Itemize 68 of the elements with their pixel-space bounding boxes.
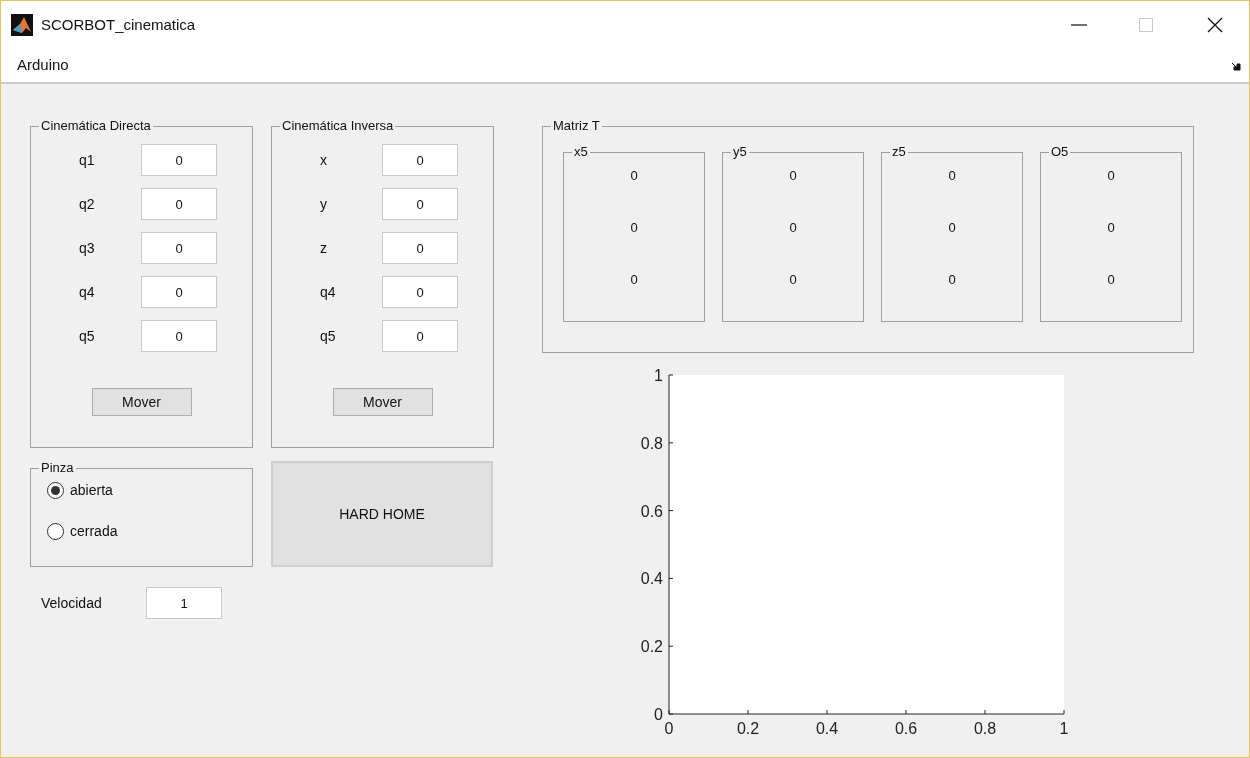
menu-item[interactable]: Arduino [17,54,69,77]
y-tick-label: 1 [654,367,663,384]
x-tick-label: 0.6 [894,720,918,737]
field-label: y [319,194,328,214]
matrix-value: 0 [630,220,638,236]
panel-title: Matriz T [552,118,601,134]
x-tick-label: 0.8 [973,720,997,737]
x-tick-label: 0.4 [815,720,839,737]
input-field[interactable]: 0 [141,276,217,308]
matrix-value: 0 [630,168,638,184]
radio-button[interactable] [47,482,64,499]
radio-label: cerrada [70,522,118,541]
y-tick-label: 0.8 [640,434,663,452]
input-field[interactable]: 0 [382,188,458,220]
matrix-value: 0 [948,168,956,184]
panel-title: x5 [573,144,589,160]
y-tick-label: 0.6 [640,502,663,520]
matrix-value: 0 [948,272,956,288]
panel-title: z5 [891,144,907,160]
input-field[interactable]: 0 [141,232,217,264]
field-label: q4 [78,282,96,302]
panel-title: Pinza [40,460,75,476]
radio-label: abierta [70,481,113,500]
x-tick-label: 0 [664,720,674,737]
input-field[interactable]: 0 [382,232,458,264]
radio-option[interactable]: cerrada [47,521,252,542]
panel-title: y5 [732,144,748,160]
y-tick-label: 0 [654,706,663,723]
field-label: q3 [78,238,96,258]
input-field[interactable]: 0 [141,188,217,220]
panel-title: O5 [1050,144,1070,160]
matrix-value: 0 [630,272,638,288]
matrix-value: 0 [1107,220,1115,236]
speed-label: Velocidad [41,593,103,613]
y-tick-label: 0.4 [640,570,663,588]
close-icon[interactable] [1207,17,1223,33]
input-field[interactable]: 0 [382,276,458,308]
move-button[interactable]: Mover [91,388,192,416]
matrix-value: 0 [789,272,797,288]
field-label: q2 [78,194,96,214]
matrix-value: 0 [948,220,956,236]
input-field[interactable]: 0 [141,144,217,176]
matrix-value: 0 [1107,272,1115,288]
input-field[interactable]: 0 [141,320,217,352]
y-tick-label: 0.2 [640,638,663,656]
move-button[interactable]: Mover [332,388,433,416]
matrix-value: 0 [789,168,797,184]
x-tick-label: 0.2 [736,720,760,737]
app-logo-icon [11,14,33,36]
field-label: q5 [78,326,96,346]
field-label: q4 [319,282,337,302]
input-field[interactable]: 0 [382,144,458,176]
hard-home-button[interactable]: HARD HOME [271,461,493,567]
matrix-value: 0 [789,220,797,236]
radio-button[interactable] [47,523,64,540]
radio-option[interactable]: abierta [47,480,252,501]
x-tick-label: 1 [1059,720,1069,737]
field-label: q1 [78,150,96,170]
panel-title: Cinemática Directa [40,118,152,134]
window-title: SCORBOT_cinematica [41,14,196,35]
field-label: x [319,150,328,170]
speed-field[interactable]: 1 [146,587,222,619]
panel-title: Cinemática Inversa [281,118,395,134]
input-field[interactable]: 0 [382,320,458,352]
matrix-value: 0 [1107,168,1115,184]
dock-arrow-icon[interactable] [1231,60,1241,71]
field-label: q5 [319,326,337,346]
field-label: z [319,238,328,258]
